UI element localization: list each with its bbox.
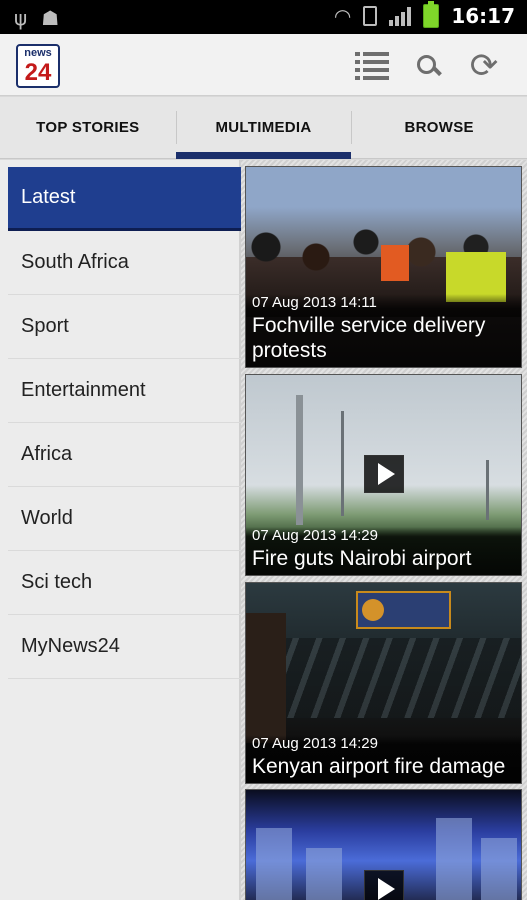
tab-top-stories[interactable]: TOP STORIES [0, 97, 176, 158]
sidebar-item-latest[interactable]: Latest [8, 167, 241, 231]
sidebar-item-south-africa[interactable]: South Africa [8, 231, 241, 295]
sidebar-item-africa[interactable]: Africa [8, 423, 241, 487]
media-card[interactable]: 07 Aug 2013 14:11 Fochville service deli… [245, 166, 522, 368]
refresh-icon: ⟳ [469, 46, 499, 86]
status-bar: ψ ☗ ◠ 16:17 [0, 0, 527, 34]
sidebar-item-world[interactable]: World [8, 487, 241, 551]
multimedia-feed: 07 Aug 2013 14:11 Fochville service deli… [241, 160, 527, 900]
signal-icon [389, 6, 412, 26]
sidebar-item-mynews24[interactable]: MyNews24 [8, 615, 241, 679]
category-sidebar: Latest South Africa Sport Entertainment … [0, 160, 241, 900]
card-title: Fochville service delivery protests [252, 314, 486, 362]
section-tabs: TOP STORIES MULTIMEDIA BROWSE [0, 97, 527, 159]
sidebar-item-sport[interactable]: Sport [8, 295, 241, 359]
tab-browse[interactable]: BROWSE [351, 97, 527, 158]
sim-icon [363, 6, 378, 26]
play-icon[interactable] [364, 455, 404, 493]
battery-icon [423, 1, 440, 28]
app-bar: news 24 ⟳ [0, 34, 527, 96]
card-caption: 07 Aug 2013 14:11 Fochville service deli… [246, 294, 521, 367]
media-card[interactable] [245, 789, 522, 900]
refresh-button[interactable]: ⟳ [466, 48, 502, 84]
card-title: Kenyan airport fire damage [252, 755, 506, 778]
tab-multimedia[interactable]: MULTIMEDIA [175, 97, 352, 159]
clock: 16:17 [451, 4, 515, 28]
list-view-button[interactable] [354, 48, 390, 84]
list-icon [355, 52, 389, 80]
android-debug-icon: ☗ [41, 6, 60, 30]
logo-top-text: news [24, 47, 52, 59]
play-icon[interactable] [364, 870, 404, 900]
card-date: 07 Aug 2013 14:11 [252, 294, 377, 311]
search-button[interactable] [410, 48, 446, 84]
search-icon [417, 55, 439, 77]
wifi-icon: ◠ [333, 4, 352, 28]
sidebar-item-entertainment[interactable]: Entertainment [8, 359, 241, 423]
usb-icon: ψ [14, 6, 28, 30]
card-title: Fire guts Nairobi airport [252, 547, 472, 570]
card-date: 07 Aug 2013 14:29 [252, 527, 378, 544]
logo-bottom-text: 24 [24, 59, 52, 86]
media-card[interactable]: 07 Aug 2013 14:29 Fire guts Nairobi airp… [245, 374, 522, 576]
card-caption: 07 Aug 2013 14:29 Fire guts Nairobi airp… [246, 527, 521, 575]
news24-logo[interactable]: news 24 [16, 44, 60, 88]
sidebar-item-sci-tech[interactable]: Sci tech [8, 551, 241, 615]
media-card[interactable]: 07 Aug 2013 14:29 Kenyan airport fire da… [245, 582, 522, 784]
card-caption: 07 Aug 2013 14:29 Kenyan airport fire da… [246, 735, 521, 783]
card-date: 07 Aug 2013 14:29 [252, 735, 378, 752]
